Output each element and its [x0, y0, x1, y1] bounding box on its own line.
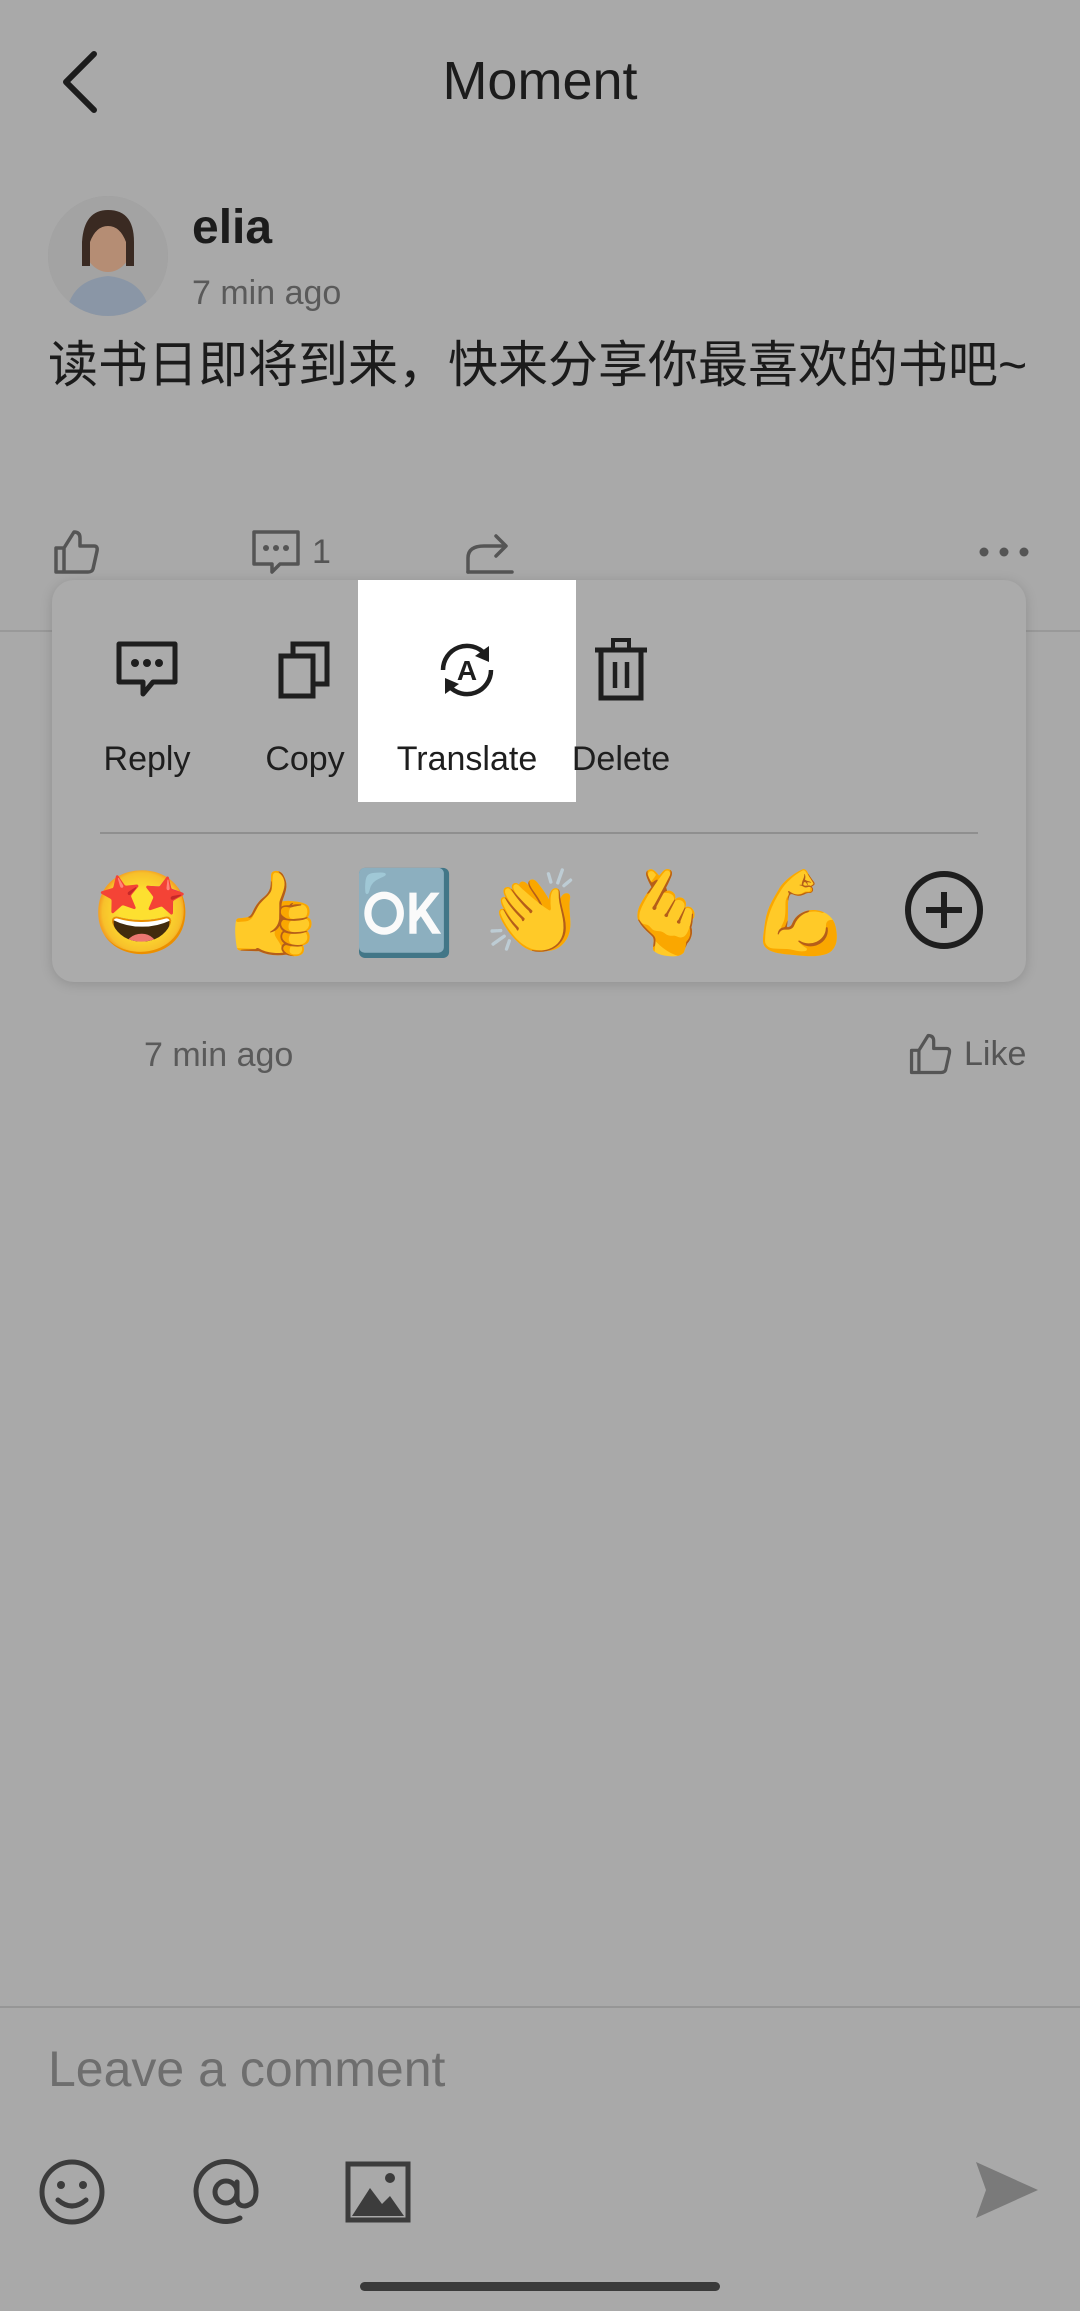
- comment-button[interactable]: 1: [250, 520, 331, 584]
- clapping-hands-emoji[interactable]: 👏: [482, 862, 586, 966]
- comment-input[interactable]: [48, 2040, 948, 2098]
- home-indicator: [360, 2282, 720, 2291]
- flexed-biceps-emoji[interactable]: 💪: [748, 862, 852, 966]
- finger-heart-emoji[interactable]: 🫰: [614, 862, 718, 966]
- delete-menu-item[interactable]: Delete: [542, 580, 700, 802]
- divider: [0, 2006, 1080, 2008]
- comment-icon: [252, 530, 300, 574]
- ok-emoji[interactable]: 🆗: [352, 862, 456, 966]
- context-menu: Reply Copy A Translate Delete 🤩 👍 🆗 👏 🫰 …: [52, 580, 1026, 982]
- delete-label: Delete: [571, 740, 671, 778]
- thumbs-up-emoji[interactable]: 👍: [220, 862, 324, 966]
- add-emoji-icon[interactable]: [902, 868, 986, 952]
- post-body: 读书日即将到来，快来分享你最喜欢的书吧~: [48, 337, 1028, 393]
- post-timestamp: 7 min ago: [192, 274, 342, 312]
- reply-label: Reply: [103, 740, 191, 778]
- share-icon[interactable]: [464, 520, 516, 584]
- emoji-icon[interactable]: [36, 2156, 108, 2228]
- svg-text:A: A: [457, 655, 477, 686]
- send-icon[interactable]: [970, 2154, 1042, 2226]
- reply-menu-item[interactable]: Reply: [68, 580, 226, 802]
- comment-icon: [116, 641, 178, 697]
- avatar[interactable]: [48, 196, 168, 316]
- comment-count: 1: [312, 532, 331, 571]
- comment-timestamp: 7 min ago: [144, 1036, 294, 1074]
- star-struck-emoji[interactable]: 🤩: [90, 862, 194, 966]
- divider: [100, 832, 978, 834]
- translate-icon: A: [440, 643, 494, 697]
- comment-like-button[interactable]: Like: [906, 1026, 1026, 1082]
- page-title: Moment: [442, 51, 638, 111]
- like-icon[interactable]: [50, 520, 102, 584]
- mention-icon[interactable]: [190, 2156, 262, 2228]
- more-icon[interactable]: [978, 540, 1032, 564]
- author-name[interactable]: elia: [192, 200, 272, 255]
- trash-icon: [595, 638, 647, 701]
- comment-like-label: Like: [964, 1034, 1027, 1073]
- like-icon: [909, 1033, 952, 1075]
- copy-icon: [278, 641, 330, 699]
- image-icon[interactable]: [342, 2156, 414, 2228]
